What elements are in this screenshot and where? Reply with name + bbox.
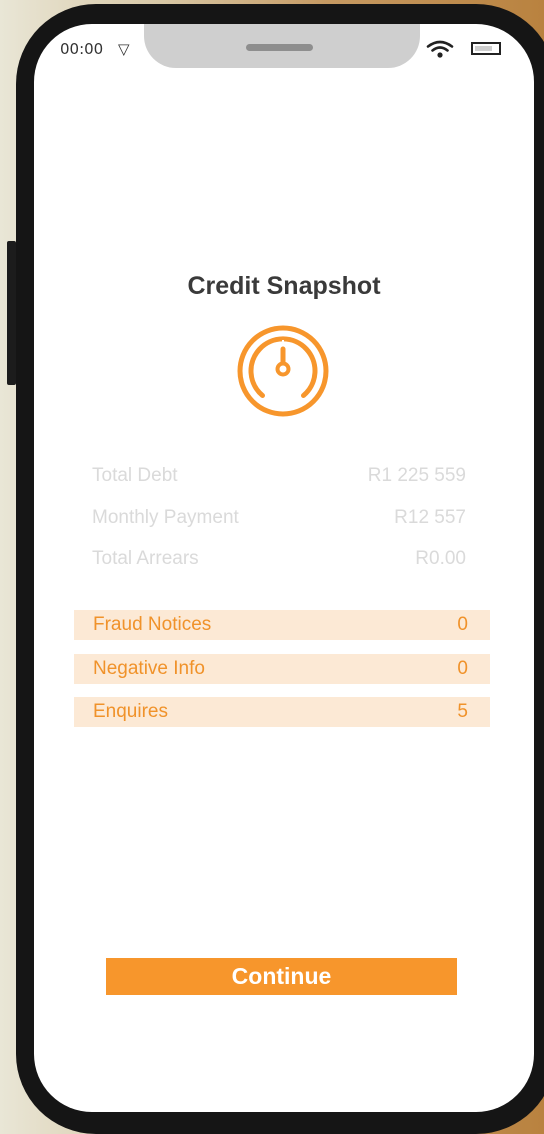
continue-button[interactable]: Continue [106, 958, 457, 995]
alert-count: 0 [457, 614, 468, 635]
navigation-icon: ▽ [118, 40, 130, 58]
alert-row-negative-info[interactable]: Negative Info 0 [74, 654, 490, 684]
summary-row-total-debt: Total Debt R1 225 559 [92, 463, 466, 489]
status-time: 00:00 [60, 40, 104, 58]
summary-label: Total Debt [92, 465, 178, 486]
wifi-icon [426, 40, 454, 58]
summary-row-monthly-payment: Monthly Payment R12 557 [92, 505, 466, 531]
battery-icon [471, 42, 501, 55]
page-title: Credit Snapshot [187, 272, 381, 300]
alert-label: Negative Info [93, 658, 205, 679]
alert-label: Fraud Notices [93, 614, 212, 635]
alert-count: 0 [457, 658, 468, 679]
summary-value: R0.00 [415, 548, 466, 569]
summary-value: R12 557 [394, 507, 466, 528]
speaker-grille [246, 44, 313, 51]
alert-row-fraud-notices[interactable]: Fraud Notices 0 [74, 610, 490, 640]
summary-value: R1 225 559 [367, 465, 466, 486]
summary-label: Total Arrears [92, 548, 199, 569]
alert-label: Enquires [93, 701, 168, 722]
phone-screen: 00:00 ▽ Credit Snapshot Total Debt R1 22… [34, 24, 534, 1112]
phone-side-button [7, 241, 16, 385]
summary-label: Monthly Payment [92, 507, 239, 528]
alert-count: 5 [457, 701, 468, 722]
alert-row-enquires[interactable]: Enquires 5 [74, 697, 490, 727]
summary-row-total-arrears: Total Arrears R0.00 [92, 546, 466, 572]
speedometer-icon [237, 325, 329, 417]
